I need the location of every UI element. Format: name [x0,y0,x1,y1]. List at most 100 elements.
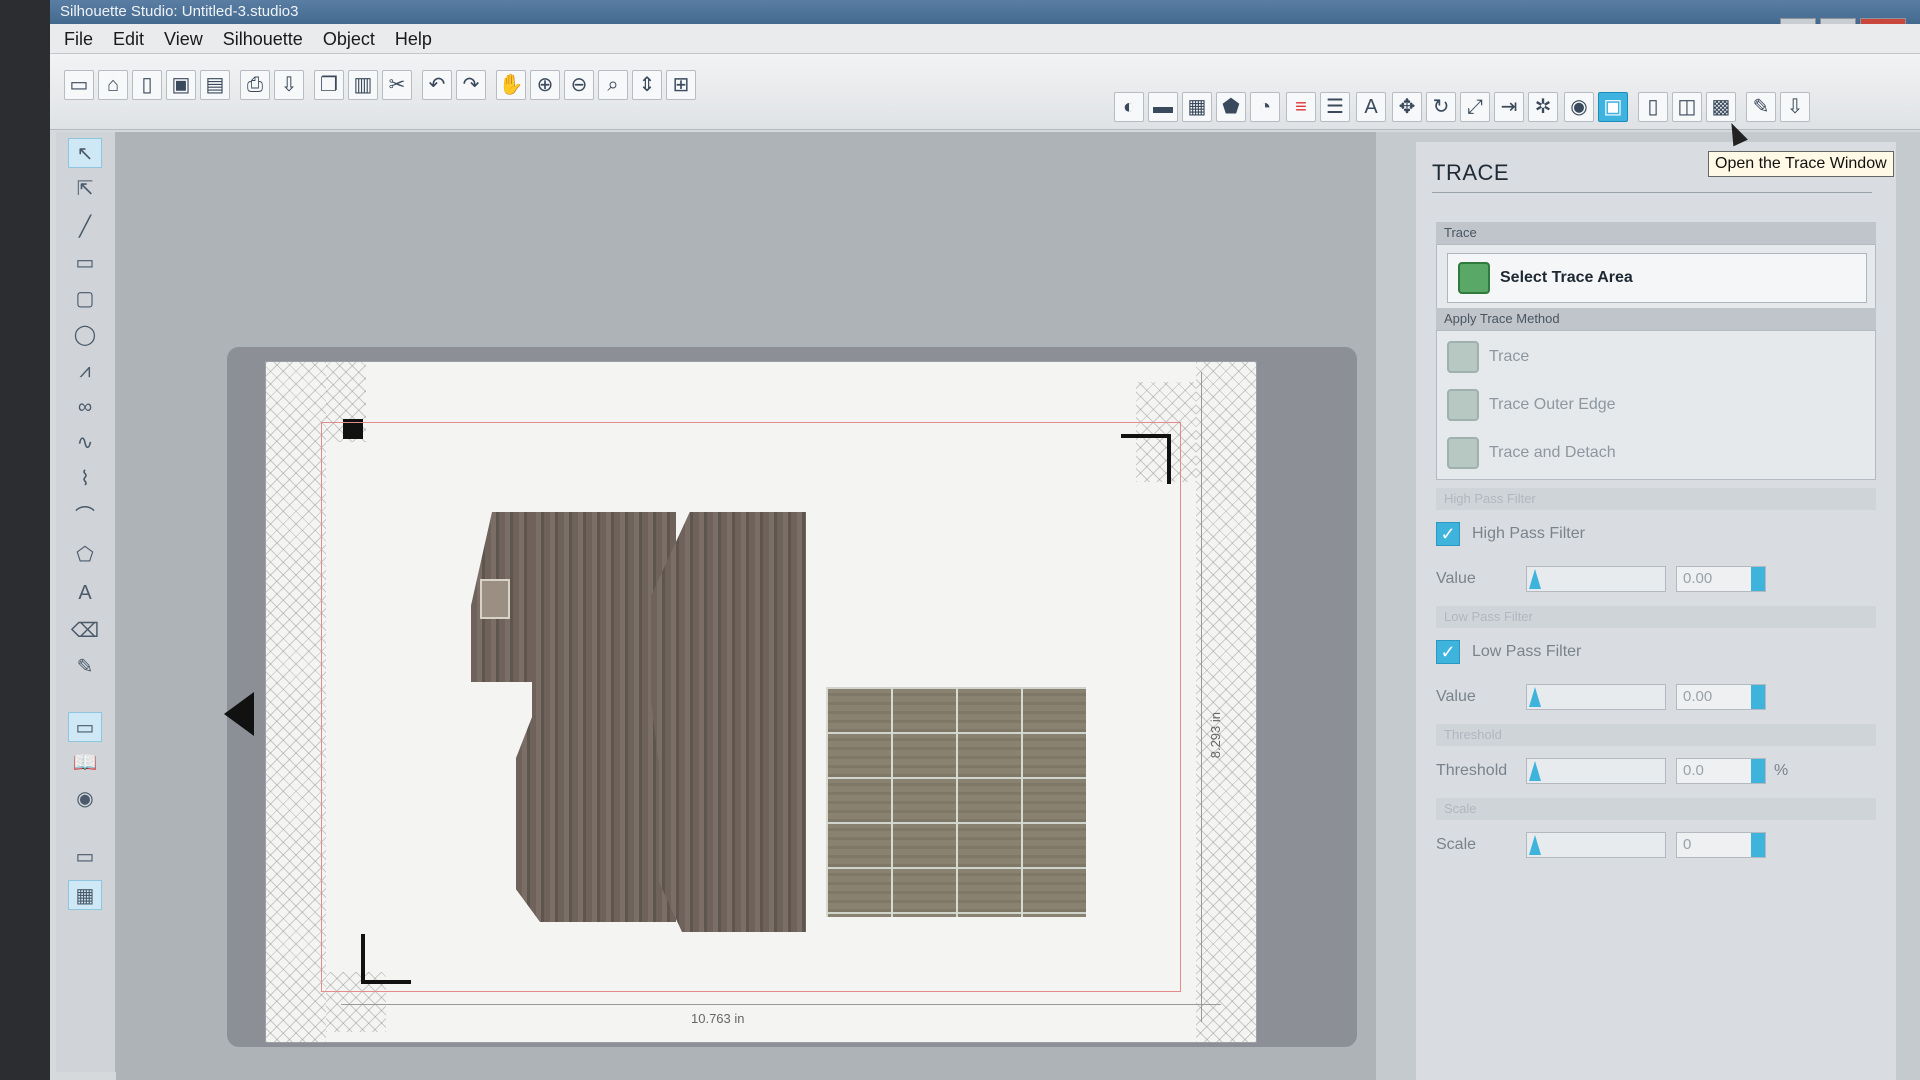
smooth-freehand-icon[interactable]: ⌇ [68,464,102,494]
scale-input[interactable]: 0 [1676,832,1766,858]
zoom-fit-icon[interactable]: ⇕ [632,70,662,100]
grid-icon[interactable]: ▩ [1706,92,1736,122]
select-trace-area-button[interactable]: Select Trace Area [1447,253,1867,303]
menu-edit[interactable]: Edit [103,24,154,53]
library-panel-icon[interactable]: 📖 [68,748,102,778]
menu-silhouette[interactable]: Silhouette [213,24,313,53]
cut-icon[interactable]: ✂ [382,70,412,100]
save-icon[interactable]: ▣ [166,70,196,100]
ellipse-tool-icon[interactable]: ◯ [68,320,102,350]
menu-view[interactable]: View [154,24,213,53]
trace-and-detach-button[interactable]: Trace and Detach [1447,431,1616,475]
fullscreen-icon[interactable]: ▦ [68,880,102,910]
select-area-box: Select Trace Area [1436,244,1876,310]
print-icon[interactable]: ⎙ [240,70,270,100]
eraser-tool-icon[interactable]: ⌫ [68,616,102,646]
width-label: 10.763 in [691,1011,745,1026]
move-icon[interactable]: ⇥ [1494,92,1524,122]
methods-box: Trace Trace Outer Edge Trace and Detach [1436,330,1876,480]
rotate-icon[interactable]: ↻ [1426,92,1456,122]
regular-polygon-icon[interactable]: ⬠ [68,540,102,570]
threshold-input[interactable]: 0.0 [1676,758,1766,784]
undo-icon[interactable]: ↶ [422,70,452,100]
open-icon[interactable]: ⌂ [98,70,128,100]
panel-title: TRACE [1432,160,1510,185]
trace-outer-edge-button[interactable]: Trace Outer Edge [1447,383,1616,427]
low-pass-value-label: Value [1436,688,1476,705]
trace-outer-edge-icon [1447,389,1479,421]
threshold-slider[interactable] [1526,758,1666,784]
high-pass-checkbox[interactable]: ✓ [1436,522,1460,546]
curve-tool-icon[interactable]: ∞ [68,392,102,422]
high-pass-value-input[interactable]: 0.00 [1676,566,1766,592]
text-tool-icon[interactable]: A [68,578,102,608]
line-color-icon[interactable]: ▬ [1148,92,1178,122]
barn-piece-2[interactable] [651,512,806,932]
section-threshold: Threshold [1436,724,1876,746]
copy-icon[interactable]: ❐ [314,70,344,100]
line-style-icon[interactable]: ≡ [1286,92,1316,122]
freehand-tool-icon[interactable]: ∿ [68,428,102,458]
design-page-icon[interactable]: ▭ [68,712,102,742]
zoom-in-icon[interactable]: ⊕ [530,70,560,100]
menu-help[interactable]: Help [385,24,442,53]
cut-settings-icon[interactable]: ⇩ [1780,92,1810,122]
modify-icon[interactable]: ◉ [1564,92,1594,122]
new-icon[interactable]: ▭ [64,70,94,100]
template-icon[interactable]: ▯ [132,70,162,100]
align-icon[interactable]: ☰ [1320,92,1350,122]
scale-row: Scale 0 [1436,832,1766,858]
registration-icon[interactable]: ◫ [1672,92,1702,122]
trace-icon[interactable]: ▣ [1598,92,1628,122]
send-panel-icon[interactable]: ▭ [68,842,102,872]
polygon-tool-icon[interactable]: ⩘ [68,356,102,386]
page-setup-icon[interactable]: ▯ [1638,92,1668,122]
scale-label: Scale [1436,836,1477,853]
low-pass-slider[interactable] [1526,684,1666,710]
design-canvas[interactable]: 10.763 in 8.293 in » ▲ [116,132,1442,1080]
library-icon[interactable]: ✎ [1746,92,1776,122]
threshold-row: Threshold 0.0 % [1436,758,1788,784]
scale-icon[interactable]: ⤢ [1460,92,1490,122]
transform-icon[interactable]: ✥ [1392,92,1422,122]
redo-icon[interactable]: ↷ [456,70,486,100]
knife-tool-icon[interactable]: ✎ [68,652,102,682]
menu-object[interactable]: Object [313,24,385,53]
trace-method-label: Trace [1489,348,1530,365]
trace-outer-edge-label: Trace Outer Edge [1489,396,1616,413]
section-high-pass: High Pass Filter [1436,488,1876,510]
fit-page-icon[interactable]: ⊞ [666,70,696,100]
rectangle-tool-icon[interactable]: ▭ [68,248,102,278]
low-pass-value-input[interactable]: 0.00 [1676,684,1766,710]
scale-slider[interactable] [1526,832,1666,858]
section-apply-trace-method: Apply Trace Method [1436,308,1876,330]
gradient-icon[interactable]: ▦ [1182,92,1212,122]
send-to-cutter-icon[interactable]: ⇩ [274,70,304,100]
select-tool-icon[interactable]: ↖ [68,138,102,168]
arc-tool-icon[interactable]: ⌒ [68,502,102,532]
low-pass-checkbox[interactable]: ✓ [1436,640,1460,664]
paste-icon[interactable]: ▥ [348,70,378,100]
pattern-icon[interactable]: ⬟ [1216,92,1246,122]
edit-points-icon[interactable]: ⇱ [68,174,102,204]
online-store-icon[interactable]: ◉ [68,784,102,814]
fill-icon[interactable]: ◐ [1114,92,1144,122]
text-style-icon[interactable]: A [1356,92,1386,122]
main-toolbar: ▭ ⌂ ▯ ▣ ▤ ⎙ ⇩ ❐ ▥ ✂ ↶ ↷ ✋ ⊕ ⊖ ⌕ ⇕ ⊞ ◐ ▬ … [50,54,1920,130]
zoom-select-icon[interactable]: ⌕ [598,70,628,100]
replicate-icon[interactable]: ✲ [1528,92,1558,122]
rounded-rect-tool-icon[interactable]: ▢ [68,284,102,314]
shadow-icon[interactable]: ◔ [1250,92,1280,122]
horizontal-ruler: 10.763 in [341,1004,1221,1032]
save-library-icon[interactable]: ▤ [200,70,230,100]
trace-method-button[interactable]: Trace [1447,335,1529,379]
no-cut-margin-left [266,362,326,1042]
barn-piece-1[interactable] [516,512,676,922]
vertical-ruler: 8.293 in [1201,372,1229,1022]
high-pass-slider[interactable] [1526,566,1666,592]
line-tool-icon[interactable]: ╱ [68,212,102,242]
menu-file[interactable]: File [54,24,103,53]
roof-tiles-piece[interactable] [826,687,1086,917]
pan-icon[interactable]: ✋ [496,70,526,100]
zoom-out-icon[interactable]: ⊖ [564,70,594,100]
